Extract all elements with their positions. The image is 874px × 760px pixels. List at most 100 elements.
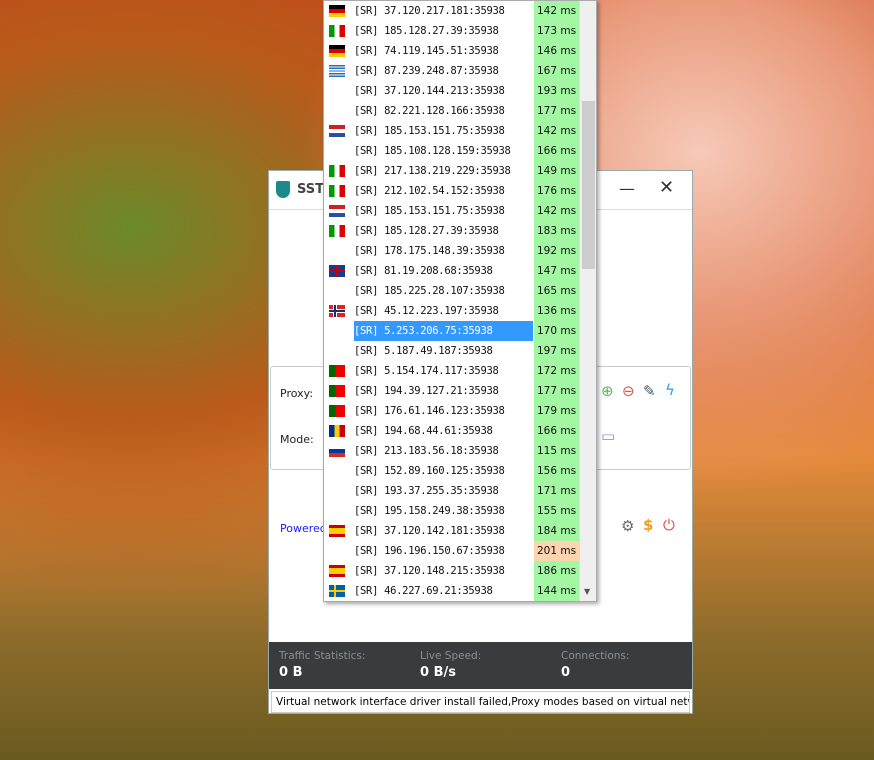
server-latency: 201 ms [534,541,579,561]
server-latency: 197 ms [534,341,579,361]
server-row[interactable]: [SR] 176.61.146.123:35938 179 ms [324,401,596,421]
server-latency: 173 ms [534,21,579,41]
speed-label: Live Speed: [420,650,482,662]
server-latency: 186 ms [534,561,579,581]
server-latency: 136 ms [534,301,579,321]
server-row[interactable]: [SR] 185.153.151.75:35938 142 ms [324,201,596,221]
status-bar: Virtual network interface driver install… [271,691,690,713]
server-latency: 167 ms [534,61,579,81]
lightning-icon[interactable]: ϟ [665,381,675,399]
server-latency: 192 ms [534,241,579,261]
server-latency: 142 ms [534,1,579,21]
server-row[interactable]: [SR] 74.119.145.51:35938 146 ms [324,41,596,61]
flag-it-icon [329,25,345,37]
server-latency: 172 ms [534,361,579,381]
scrollbar[interactable]: ▼ [579,1,596,601]
server-address: [SR] 5.187.49.187:35938 [354,345,493,357]
remove-icon[interactable]: ⊖ [622,382,635,400]
server-row[interactable]: [SR] 45.12.223.197:35938 136 ms [324,301,596,321]
server-address: [SR] 217.138.219.229:35938 [354,165,511,177]
server-row[interactable]: [SR] 195.158.249.38:35938 155 ms [324,501,596,521]
server-row[interactable]: [SR] 193.37.255.35:35938 171 ms [324,481,596,501]
mode-label: Mode: [280,433,314,446]
server-latency: 149 ms [534,161,579,181]
server-row[interactable]: [SR] 185.153.151.75:35938 142 ms [324,121,596,141]
scrollbar-thumb[interactable] [582,101,595,269]
flag-pt-icon [329,385,345,397]
proxy-label: Proxy: [280,387,314,400]
server-row[interactable]: [SR] 37.120.142.181:35938 184 ms [324,521,596,541]
server-latency: 156 ms [534,461,579,481]
server-address: [SR] 46.227.69.21:35938 [354,585,493,597]
server-row[interactable]: [SR] 5.154.174.117:35938 172 ms [324,361,596,381]
server-row[interactable]: [SR] 46.227.69.21:35938 144 ms [324,581,596,601]
edit-icon[interactable]: ✎ [643,382,656,400]
server-address: [SR] 87.239.248.87:35938 [354,65,499,77]
server-address: [SR] 74.119.145.51:35938 [354,45,499,57]
server-latency: 184 ms [534,521,579,541]
powered-by-link[interactable]: Powered [280,522,327,535]
server-row[interactable]: [SR] 194.68.44.61:35938 166 ms [324,421,596,441]
server-address: [SR] 176.61.146.123:35938 [354,405,505,417]
flag-nl-icon [329,125,345,137]
server-row[interactable]: [SR] 37.120.144.213:35938 193 ms [324,81,596,101]
flag-it-icon [329,165,345,177]
server-row[interactable]: [SR] 5.253.206.75:35938 170 ms [324,321,596,341]
flag-no-icon [329,305,345,317]
server-dropdown-list[interactable]: [SR] 37.120.217.181:35938 142 ms [SR] 185.… [323,0,597,602]
server-latency: 193 ms [534,81,579,101]
flag-it-icon [329,185,345,197]
server-row[interactable]: [SR] 212.102.54.152:35938 176 ms [324,181,596,201]
server-row[interactable]: [SR] 185.108.128.159:35938 166 ms [324,141,596,161]
server-row[interactable]: [SR] 196.196.150.67:35938 201 ms [324,541,596,561]
server-latency: 177 ms [534,381,579,401]
server-latency: 147 ms [534,261,579,281]
server-row[interactable]: [SR] 178.175.148.39:35938 192 ms [324,241,596,261]
server-address: [SR] 81.19.208.68:35938 [354,265,493,277]
server-latency: 183 ms [534,221,579,241]
flag-pt-icon [329,405,345,417]
server-address: [SR] 185.225.28.107:35938 [354,285,505,297]
server-row[interactable]: [SR] 81.19.208.68:35938 147 ms [324,261,596,281]
server-address: [SR] 185.108.128.159:35938 [354,145,511,157]
add-icon[interactable]: ⊕ [601,382,614,400]
scroll-down-arrow[interactable]: ▼ [584,587,590,596]
server-latency: 179 ms [534,401,579,421]
server-latency: 142 ms [534,201,579,221]
server-row[interactable]: [SR] 213.183.56.18:35938 115 ms [324,441,596,461]
server-row[interactable]: [SR] 87.239.248.87:35938 167 ms [324,61,596,81]
connections-label: Connections: [561,650,630,662]
server-row[interactable]: [SR] 185.225.28.107:35938 165 ms [324,281,596,301]
flag-de-icon [329,5,345,17]
server-latency: 165 ms [534,281,579,301]
server-latency: 171 ms [534,481,579,501]
server-row[interactable]: [SR] 37.120.217.181:35938 142 ms [324,1,596,21]
minimize-button[interactable]: — [619,179,635,198]
server-address: [SR] 82.221.128.166:35938 [354,105,505,117]
server-latency: 166 ms [534,421,579,441]
server-row[interactable]: [SR] 217.138.219.229:35938 149 ms [324,161,596,181]
server-address: [SR] 194.39.127.21:35938 [354,385,499,397]
connections-value: 0 [561,665,571,680]
server-latency: 155 ms [534,501,579,521]
server-row[interactable]: [SR] 194.39.127.21:35938 177 ms [324,381,596,401]
flag-es-icon [329,565,345,577]
server-row[interactable]: [SR] 82.221.128.166:35938 177 ms [324,101,596,121]
server-address: [SR] 185.128.27.39:35938 [354,25,499,37]
server-row[interactable]: [SR] 37.120.148.215:35938 186 ms [324,561,596,581]
close-button[interactable]: ✕ [659,177,674,198]
folder-icon[interactable]: ▭ [601,427,615,445]
flag-ro-icon [329,425,345,437]
server-latency: 115 ms [534,441,579,461]
server-address: [SR] 213.183.56.18:35938 [354,445,499,457]
server-row[interactable]: [SR] 152.89.160.125:35938 156 ms [324,461,596,481]
server-latency: 166 ms [534,141,579,161]
server-address: [SR] 5.154.174.117:35938 [354,365,499,377]
dollar-icon[interactable]: $ [643,516,653,534]
power-icon[interactable]: ⏻ [663,516,675,534]
server-row[interactable]: [SR] 5.187.49.187:35938 197 ms [324,341,596,361]
gear-icon[interactable]: ⚙ [621,517,634,535]
server-row[interactable]: [SR] 185.128.27.39:35938 183 ms [324,221,596,241]
flag-gb-icon [329,265,345,277]
server-row[interactable]: [SR] 185.128.27.39:35938 173 ms [324,21,596,41]
